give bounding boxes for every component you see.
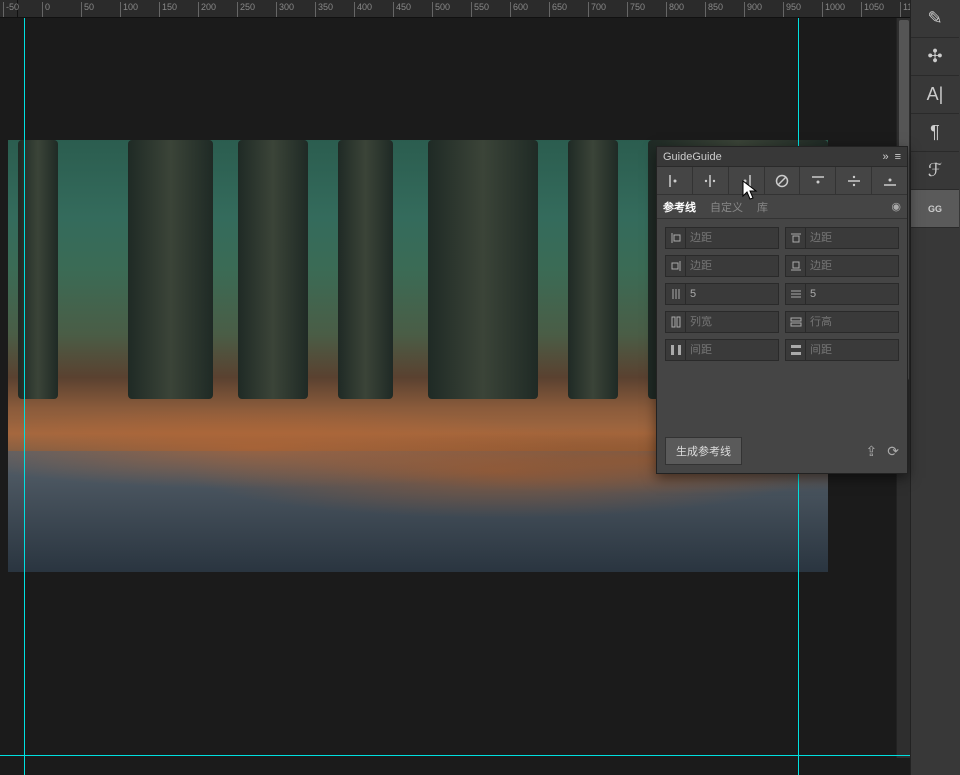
- ruler-tick: 850: [705, 2, 723, 18]
- ruler-tick: 50: [81, 2, 94, 18]
- top-edge-icon[interactable]: [800, 167, 836, 194]
- vertical-center-icon[interactable]: [836, 167, 872, 194]
- ruler-tick: 300: [276, 2, 294, 18]
- column-width-field[interactable]: [665, 311, 779, 333]
- ruler-tick: 950: [783, 2, 801, 18]
- margin-bottom-field[interactable]: [785, 255, 899, 277]
- gutter-horizontal-icon: [666, 340, 686, 360]
- margin-left-icon: [666, 228, 686, 248]
- row-height-field[interactable]: [785, 311, 899, 333]
- panel-footer: 生成参考线 ⇪ ⟳: [657, 429, 907, 473]
- ruler-tick: 350: [315, 2, 333, 18]
- column-width-icon: [666, 312, 686, 332]
- left-edge-icon[interactable]: [657, 167, 693, 194]
- ruler-tick: 900: [744, 2, 762, 18]
- panel-tabs: 参考线 自定义 库 ◉: [657, 195, 907, 219]
- ruler-tick: 450: [393, 2, 411, 18]
- gutter-vertical-icon: [786, 340, 806, 360]
- row-height-icon: [786, 312, 806, 332]
- margin-right-field[interactable]: [665, 255, 779, 277]
- margin-bottom-icon: [786, 256, 806, 276]
- glyphs-panel-icon[interactable]: ℱ: [911, 152, 959, 190]
- margin-top-field[interactable]: [785, 227, 899, 249]
- margin-right-input[interactable]: [686, 260, 778, 272]
- rows-icon: [786, 284, 806, 304]
- ruler-tick: 500: [432, 2, 450, 18]
- ruler-tick: 400: [354, 2, 372, 18]
- right-edge-icon[interactable]: [729, 167, 765, 194]
- horizontal-center-icon[interactable]: [693, 167, 729, 194]
- panel-menu-icon[interactable]: ≡: [895, 151, 901, 163]
- ruler-tick: 100: [120, 2, 138, 18]
- ruler-tick: 150: [159, 2, 177, 18]
- ruler-tick: 1050: [861, 2, 884, 18]
- guide-vertical[interactable]: [24, 18, 25, 775]
- panel-body: [657, 219, 907, 369]
- ruler-tick: 650: [549, 2, 567, 18]
- character-panel-icon[interactable]: A|: [911, 76, 959, 114]
- tab-library[interactable]: 库: [757, 199, 768, 215]
- rows-field[interactable]: [785, 283, 899, 305]
- ruler-tick: -50: [3, 2, 19, 18]
- ruler-tick: 600: [510, 2, 528, 18]
- column-width-input[interactable]: [686, 316, 778, 328]
- bottom-edge-icon[interactable]: [872, 167, 907, 194]
- generate-guides-button[interactable]: 生成参考线: [665, 437, 742, 465]
- clear-guides-icon[interactable]: [765, 167, 801, 194]
- refresh-icon[interactable]: ⟳: [887, 443, 899, 460]
- tab-custom[interactable]: 自定义: [710, 199, 743, 215]
- columns-input[interactable]: [686, 288, 778, 300]
- ruler-tick: 250: [237, 2, 255, 18]
- ruler-tick: 1000: [822, 2, 845, 18]
- margin-top-input[interactable]: [806, 232, 898, 244]
- tab-guides[interactable]: 参考线: [663, 199, 696, 215]
- brush-tool-icon[interactable]: ✎: [911, 0, 959, 38]
- ruler-tick: 800: [666, 2, 684, 18]
- gutter-horizontal-input[interactable]: [686, 344, 778, 356]
- horizontal-ruler[interactable]: -50 0 50 100 150 200 250 300 350 400 450 500 550 600 6…: [0, 0, 910, 18]
- margin-left-field[interactable]: [665, 227, 779, 249]
- panel-toolbar: [657, 167, 907, 195]
- gutter-horizontal-field[interactable]: [665, 339, 779, 361]
- guideguide-icon[interactable]: GG: [911, 190, 959, 228]
- row-height-input[interactable]: [806, 316, 898, 328]
- adjustments-icon[interactable]: ✣: [911, 38, 959, 76]
- panel-title: GuideGuide: [663, 151, 882, 163]
- visibility-icon[interactable]: ◉: [891, 200, 901, 213]
- right-tool-column: ✎✣A|¶ℱGG: [910, 0, 960, 775]
- margin-bottom-input[interactable]: [806, 260, 898, 272]
- paragraph-panel-icon[interactable]: ¶: [911, 114, 959, 152]
- gutter-vertical-field[interactable]: [785, 339, 899, 361]
- ruler-tick: 200: [198, 2, 216, 18]
- margin-top-icon: [786, 228, 806, 248]
- ruler-tick: 700: [588, 2, 606, 18]
- columns-field[interactable]: [665, 283, 779, 305]
- columns-icon: [666, 284, 686, 304]
- ruler-tick: 550: [471, 2, 489, 18]
- ruler-tick: 1100: [900, 2, 910, 18]
- ruler-tick: 750: [627, 2, 645, 18]
- guideguide-panel: GuideGuide » ≡ 参考线 自定义 库 ◉: [656, 146, 908, 474]
- save-preset-icon[interactable]: ⇪: [866, 443, 878, 460]
- guide-horizontal[interactable]: [0, 755, 910, 756]
- rows-input[interactable]: [806, 288, 898, 300]
- margin-left-input[interactable]: [686, 232, 778, 244]
- collapse-icon[interactable]: »: [882, 151, 888, 163]
- ruler-tick: 0: [42, 2, 50, 18]
- gutter-vertical-input[interactable]: [806, 344, 898, 356]
- margin-right-icon: [666, 256, 686, 276]
- panel-header[interactable]: GuideGuide » ≡: [657, 147, 907, 167]
